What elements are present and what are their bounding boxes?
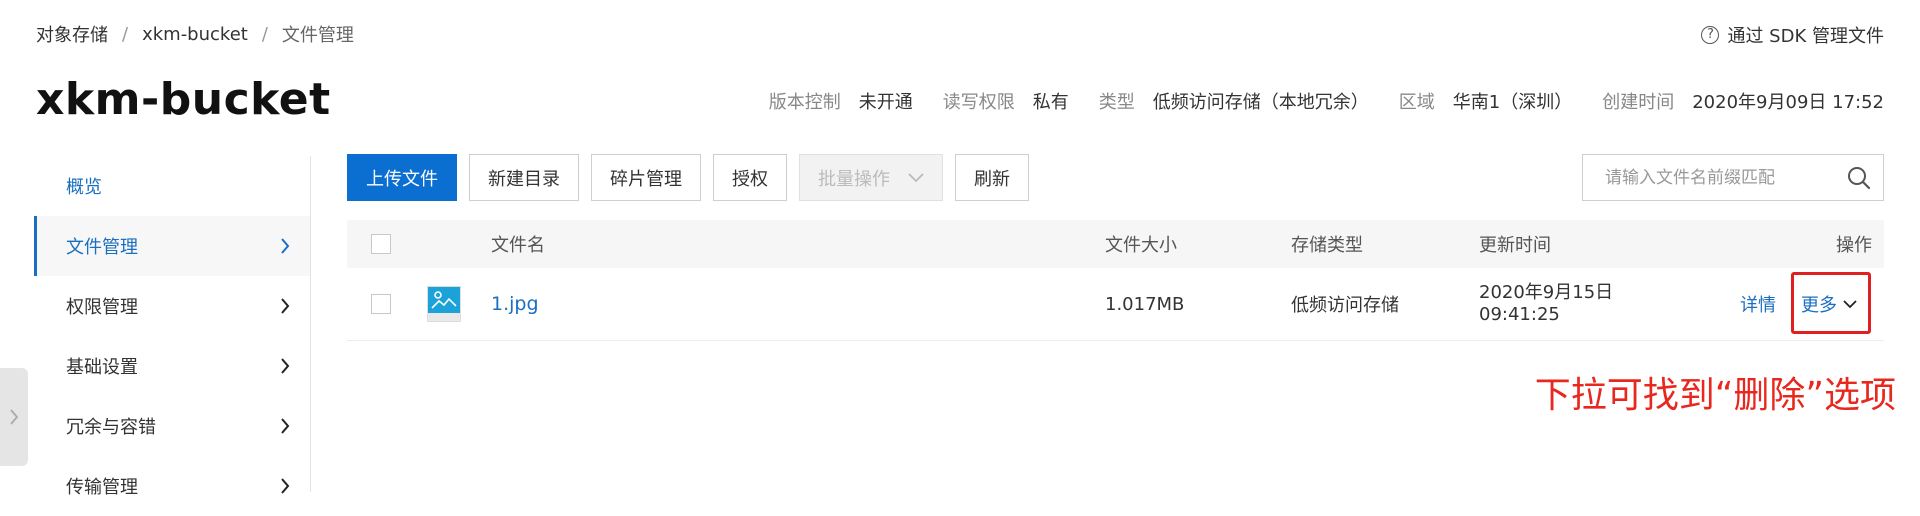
select-all-checkbox[interactable] <box>371 234 391 254</box>
row-checkbox[interactable] <box>371 294 391 314</box>
header-file-name: 文件名 <box>491 235 545 256</box>
file-table: 文件名 文件大小 存储类型 更新时间 操作 1.jpg 1.017MB 低频访问… <box>347 220 1884 341</box>
breadcrumb-separator: / <box>122 23 129 45</box>
sidebar-item-label: 概览 <box>66 177 102 198</box>
meta-key-versioning: 版本控制 <box>768 92 841 113</box>
meta-value-acl: 私有 <box>1032 92 1069 113</box>
more-dropdown[interactable]: 更多 <box>1801 291 1857 317</box>
header-updated-time: 更新时间 <box>1479 235 1551 256</box>
chevron-right-icon <box>281 418 290 434</box>
meta-value-versioning: 未开通 <box>858 92 913 113</box>
upload-file-button[interactable]: 上传文件 <box>347 154 457 201</box>
header-file-size: 文件大小 <box>1105 235 1177 256</box>
chevron-down-icon <box>1843 299 1857 308</box>
sidebar-item-label: 传输管理 <box>66 477 138 498</box>
breadcrumb-oss[interactable]: 对象存储 <box>36 21 108 47</box>
meta-value-created: 2020年9月09日 17:52 <box>1692 92 1884 113</box>
authorize-button[interactable]: 授权 <box>713 154 787 201</box>
header-storage-type: 存储类型 <box>1291 235 1363 256</box>
question-circle-icon: ? <box>1701 26 1720 44</box>
meta-value-type: 低频访问存储（本地冗余） <box>1152 92 1369 113</box>
new-directory-button[interactable]: 新建目录 <box>469 154 579 201</box>
sidebar-item-label: 基础设置 <box>66 357 138 378</box>
file-name-link[interactable]: 1.jpg <box>491 293 539 315</box>
chevron-right-icon <box>10 409 19 425</box>
chevron-down-icon <box>908 172 924 182</box>
file-search <box>1582 154 1884 201</box>
chevron-right-icon <box>281 298 290 314</box>
chevron-right-icon <box>281 358 290 374</box>
file-storage-type: 低频访问存储 <box>1291 295 1399 316</box>
sidebar-item-label: 文件管理 <box>66 237 138 258</box>
sidebar-item-label: 冗余与容错 <box>66 417 156 438</box>
file-updated-time: 2020年9月15日 09:41:25 <box>1479 268 1613 340</box>
sidebar-item-permissions[interactable]: 权限管理 <box>34 276 310 336</box>
sidebar-item-file-management[interactable]: 文件管理 <box>34 216 310 276</box>
page-title: xkm-bucket <box>36 74 331 125</box>
search-input[interactable] <box>1583 166 1835 189</box>
table-header: 文件名 文件大小 存储类型 更新时间 操作 <box>347 220 1884 268</box>
updated-clock: 09:41:25 <box>1479 304 1560 325</box>
sidebar-item-label: 权限管理 <box>66 297 138 318</box>
more-label: 更多 <box>1801 295 1837 316</box>
fragment-management-button[interactable]: 碎片管理 <box>591 154 701 201</box>
sdk-manage-link[interactable]: ? 通过 SDK 管理文件 <box>1701 22 1884 48</box>
meta-key-type: 类型 <box>1098 92 1135 113</box>
breadcrumb: 对象存储 / xkm-bucket / 文件管理 <box>36 21 354 47</box>
meta-key-acl: 读写权限 <box>942 92 1015 113</box>
updated-date: 2020年9月15日 <box>1479 282 1614 303</box>
table-row: 1.jpg 1.017MB 低频访问存储 2020年9月15日 09:41:25… <box>347 268 1884 341</box>
bucket-meta: 版本控制 未开通 读写权限 私有 类型 低频访问存储（本地冗余） 区域 华南1（… <box>769 88 1884 114</box>
breadcrumb-current: 文件管理 <box>281 25 354 46</box>
sidebar-item-transfer[interactable]: 传输管理 <box>34 456 310 516</box>
meta-key-created: 创建时间 <box>1602 92 1675 113</box>
refresh-button[interactable]: 刷新 <box>955 154 1029 201</box>
toolbar: 上传文件 新建目录 碎片管理 授权 批量操作 刷新 <box>347 154 1029 201</box>
file-size: 1.017MB <box>1105 293 1185 315</box>
batch-operations-label: 批量操作 <box>818 168 890 190</box>
sidebar-item-redundancy[interactable]: 冗余与容错 <box>34 396 310 456</box>
breadcrumb-bucket[interactable]: xkm-bucket <box>142 24 248 45</box>
sidebar-item-overview[interactable]: 概览 <box>34 156 310 216</box>
breadcrumb-separator: / <box>261 23 268 45</box>
batch-operations-button[interactable]: 批量操作 <box>799 154 943 201</box>
annotation-text: 下拉可找到“删除”选项 <box>1534 375 1896 416</box>
detail-link[interactable]: 详情 <box>1740 291 1776 317</box>
image-file-icon <box>427 286 461 322</box>
meta-key-region: 区域 <box>1398 92 1435 113</box>
search-icon[interactable] <box>1835 166 1883 190</box>
chevron-right-icon <box>281 238 290 254</box>
chevron-right-icon <box>281 478 290 494</box>
sidebar-collapse-handle[interactable] <box>0 368 28 466</box>
header-operations: 操作 <box>1836 235 1872 256</box>
sdk-link-label: 通过 SDK 管理文件 <box>1727 26 1884 47</box>
meta-value-region: 华南1（深圳） <box>1452 92 1573 113</box>
sidebar-item-basic-settings[interactable]: 基础设置 <box>34 336 310 396</box>
sidebar: 概览 文件管理 权限管理 基础设置 冗余与容错 传输管理 <box>34 156 311 498</box>
